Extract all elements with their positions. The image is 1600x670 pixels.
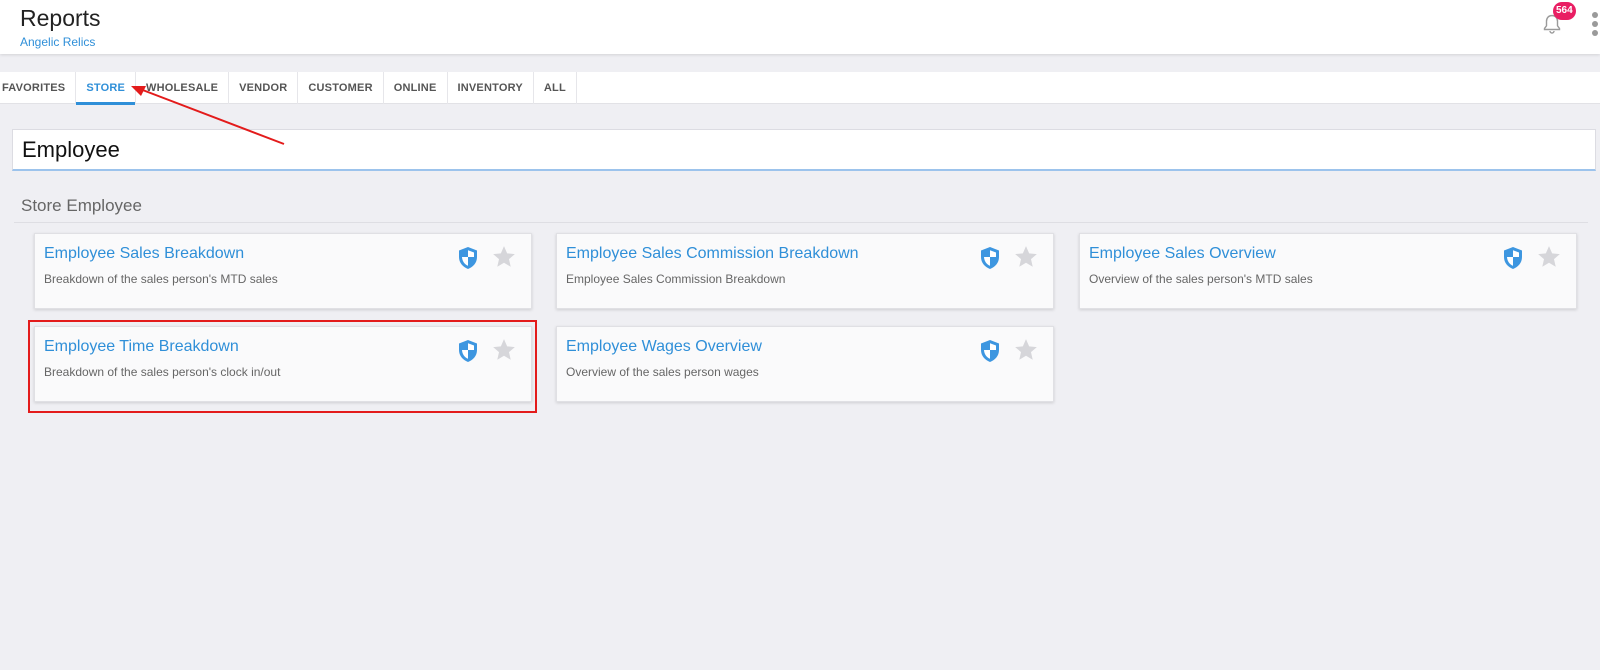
report-title[interactable]: Employee Sales Commission Breakdown: [566, 245, 859, 263]
report-description: Employee Sales Commission Breakdown: [566, 272, 786, 286]
report-description: Breakdown of the sales person's clock in…: [44, 365, 281, 379]
favorite-star-icon[interactable]: [1013, 244, 1039, 270]
shield-icon: [459, 247, 477, 269]
report-description: Overview of the sales person's MTD sales: [1089, 272, 1313, 286]
report-title[interactable]: Employee Wages Overview: [566, 338, 762, 356]
report-title[interactable]: Employee Sales Breakdown: [44, 245, 244, 263]
app-header: Reports Angelic Relics 564: [0, 0, 1600, 54]
shield-icon: [981, 340, 999, 362]
report-description: Breakdown of the sales person's MTD sale…: [44, 272, 278, 286]
tab-wholesale[interactable]: WHOLESALE: [136, 72, 230, 104]
tab-all[interactable]: ALL: [534, 72, 577, 104]
section-divider: [14, 222, 1588, 223]
tab-vendor[interactable]: VENDOR: [229, 72, 299, 104]
tab-store[interactable]: STORE: [76, 72, 137, 105]
store-name-link[interactable]: Angelic Relics: [20, 35, 95, 49]
section-title: Store Employee: [21, 196, 142, 215]
report-card[interactable]: Employee Sales Overview Overview of the …: [1079, 233, 1577, 309]
shield-icon: [1504, 247, 1522, 269]
favorite-star-icon[interactable]: [491, 337, 517, 363]
search-box: [12, 129, 1596, 171]
search-input[interactable]: [13, 130, 1595, 169]
favorite-star-icon[interactable]: [1536, 244, 1562, 270]
tab-customer[interactable]: CUSTOMER: [298, 72, 384, 104]
report-card[interactable]: Employee Wages Overview Overview of the …: [556, 326, 1054, 402]
report-card[interactable]: Employee Sales Commission Breakdown Empl…: [556, 233, 1054, 309]
report-description: Overview of the sales person wages: [566, 365, 759, 379]
report-card[interactable]: Employee Sales Breakdown Breakdown of th…: [34, 233, 532, 309]
report-title[interactable]: Employee Sales Overview: [1089, 245, 1276, 263]
tab-online[interactable]: ONLINE: [384, 72, 448, 104]
shield-icon: [981, 247, 999, 269]
tab-favorites[interactable]: FAVORITES: [0, 72, 77, 104]
report-title[interactable]: Employee Time Breakdown: [44, 338, 239, 356]
report-card[interactable]: Employee Time Breakdown Breakdown of the…: [34, 326, 532, 402]
favorite-star-icon[interactable]: [1013, 337, 1039, 363]
tab-inventory[interactable]: INVENTORY: [448, 72, 534, 104]
report-category-tabs: FAVORITES STORE WHOLESALE VENDOR CUSTOME…: [0, 72, 1600, 105]
shield-icon: [459, 340, 477, 362]
notification-badge: 564: [1553, 2, 1576, 20]
more-options-icon[interactable]: [1590, 12, 1600, 40]
favorite-star-icon[interactable]: [491, 244, 517, 270]
page-title: Reports: [20, 5, 101, 31]
